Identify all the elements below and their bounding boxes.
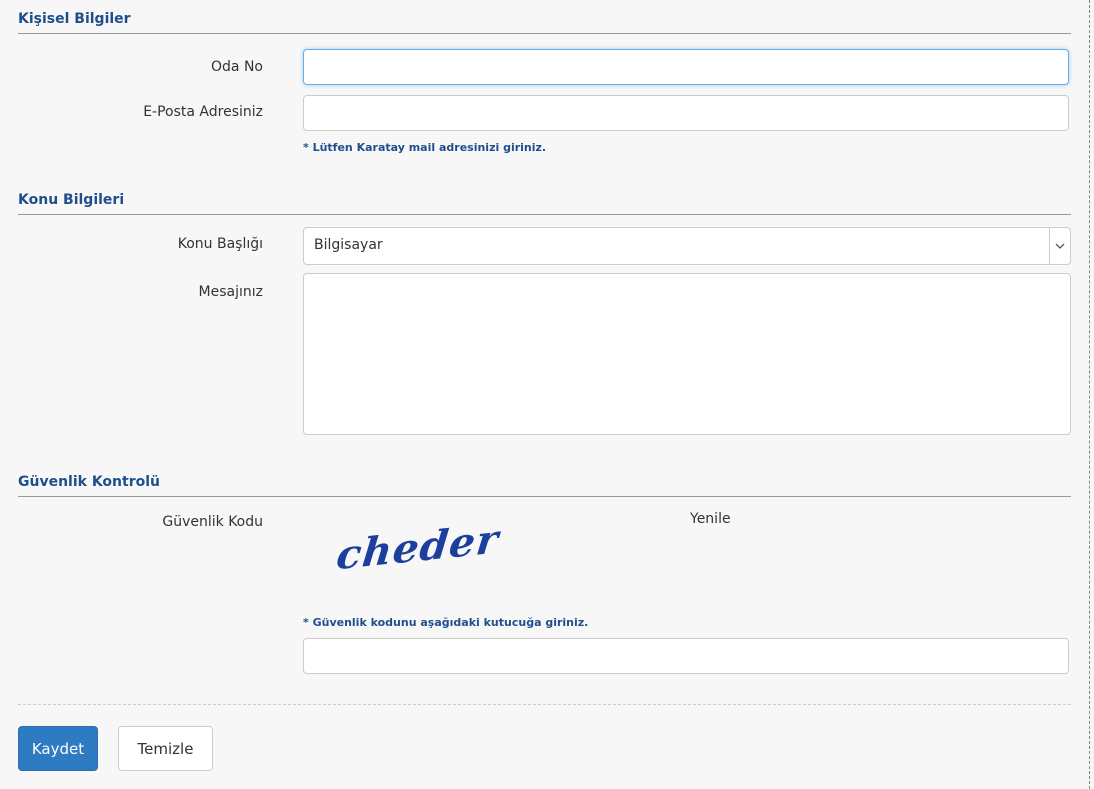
section-title-security: Güvenlik Kontrolü (18, 474, 1071, 497)
save-button[interactable]: Kaydet (18, 726, 98, 771)
email-input[interactable] (303, 95, 1069, 131)
chevron-down-icon[interactable] (1049, 228, 1070, 264)
subject-label: Konu Başlığı (177, 236, 263, 252)
subject-select-value: Bilgisayar (314, 237, 383, 253)
room-input[interactable] (303, 49, 1069, 85)
captcha-image: cheder (334, 515, 502, 580)
refresh-link[interactable]: Yenile (690, 511, 731, 527)
email-label: E-Posta Adresiniz (143, 104, 263, 120)
captcha-input[interactable] (303, 638, 1069, 674)
message-label: Mesajınız (198, 284, 263, 300)
clear-button[interactable]: Temizle (118, 726, 213, 771)
section-title-topic: Konu Bilgileri (18, 192, 1071, 215)
subject-select[interactable]: Bilgisayar (303, 227, 1071, 265)
form-divider (18, 704, 1071, 705)
section-title-personal: Kişisel Bilgiler (18, 11, 1071, 34)
message-textarea[interactable] (303, 273, 1071, 435)
captcha-hint: * Güvenlik kodunu aşağıdaki kutucuğa gir… (303, 616, 589, 629)
email-hint: * Lütfen Karatay mail adresinizi giriniz… (303, 141, 547, 154)
room-label: Oda No (211, 59, 263, 75)
page-border (1089, 0, 1090, 789)
captcha-label: Güvenlik Kodu (162, 514, 263, 530)
